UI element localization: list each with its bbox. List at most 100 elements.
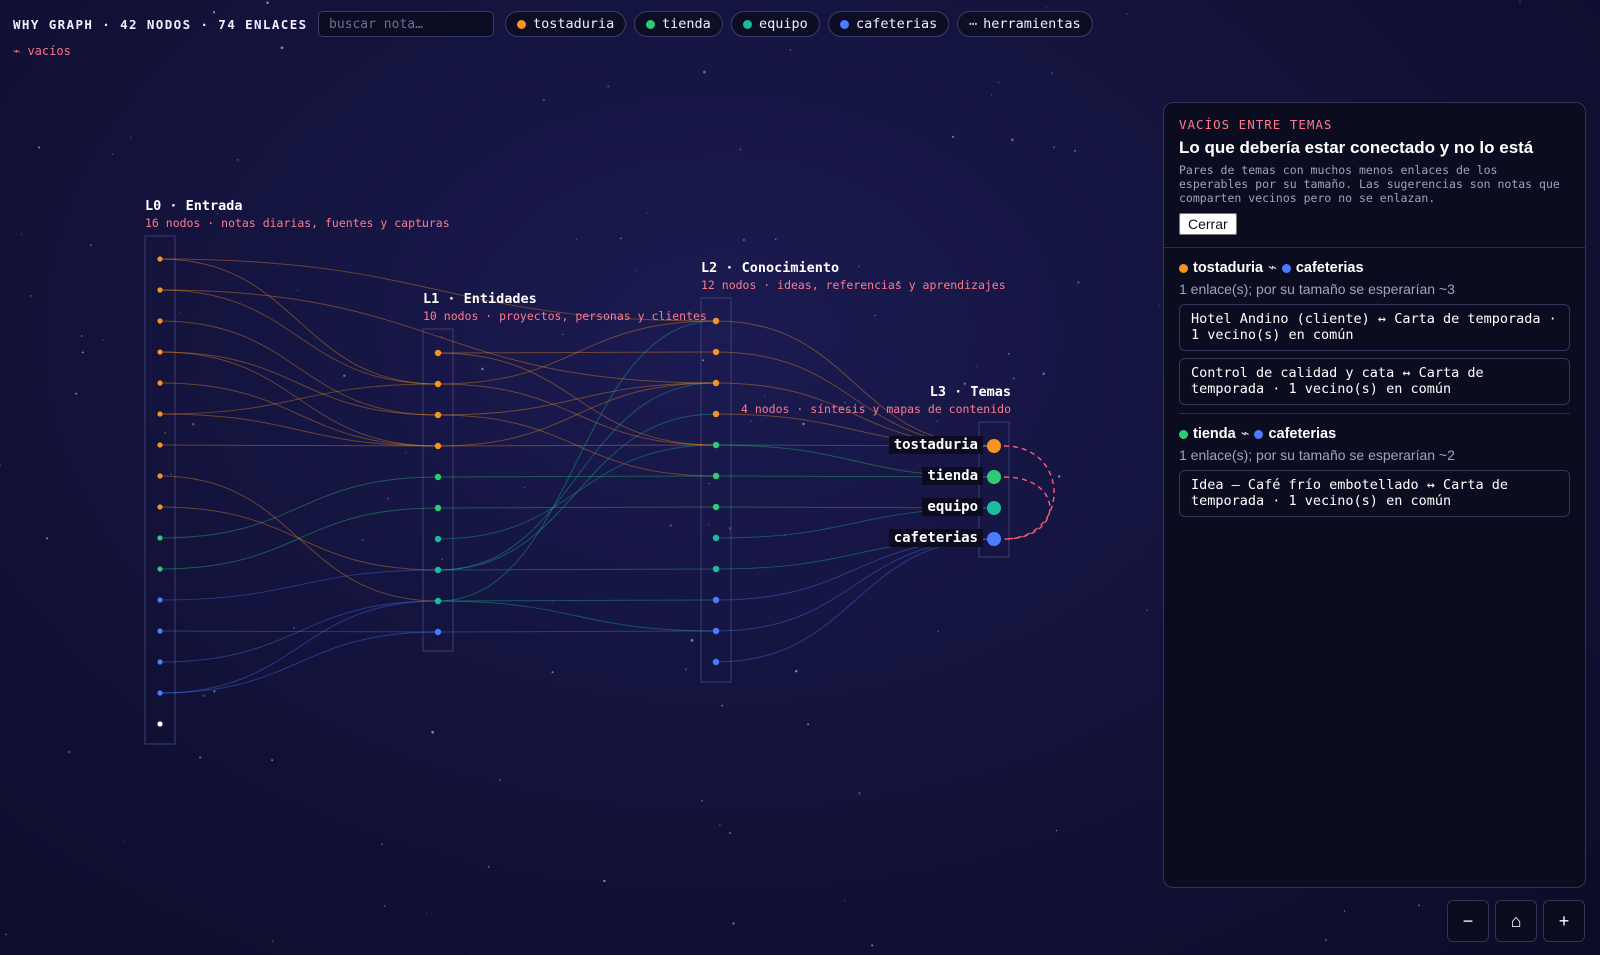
chip-label: herramientas [983,16,1081,32]
graph-node-tostaduria [434,442,442,450]
star [29,294,32,297]
filter-chip-tostaduria[interactable]: tostaduria [505,11,627,37]
star [431,730,434,734]
graph-node-tostaduria [157,442,163,448]
star [807,723,810,726]
star [620,237,622,240]
star [45,537,49,540]
star [0,464,2,467]
panel-description: Pares de temas con muchos menos enlaces … [1179,163,1560,205]
graph-link [159,289,439,385]
graph-node-cafeterias [987,532,1001,546]
graph-node-tostaduria [712,317,720,325]
graph-link [437,506,717,509]
suggestion-item[interactable]: Idea — Café frío embotellado ↔ Carta de … [1179,470,1570,517]
cafeterias-dot-icon [840,19,849,29]
star [1159,304,1161,307]
graph-link [437,568,717,571]
star [1418,904,1420,907]
layer-frame-l2 [700,297,732,683]
star [794,669,798,673]
theme-node-tostaduria[interactable]: tostaduria [888,436,983,454]
graph-node-tostaduria [987,439,1001,453]
cafeterias-dot-icon [1281,263,1291,273]
star [89,244,92,247]
layer-subtitle-l2: 12 nodos · ideas, referencias y aprendiz… [701,278,1006,292]
star [690,639,694,642]
filter-chip-tienda[interactable]: tienda [634,11,723,37]
filter-chip-herramientas[interactable]: ⋯ herramientas [957,11,1093,37]
chip-label: tostaduria [533,16,615,32]
panel-eyebrow: VACÍOS ENTRE TEMAS [1179,117,1333,132]
star [635,270,637,272]
graph-link [715,538,995,663]
zoom-out-button[interactable]: − [1447,900,1489,942]
graph-node-tostaduria [712,348,720,356]
star [708,524,710,526]
panel-title: Lo que debería estar conectado y no lo e… [1179,138,1534,157]
graph-node-tostaduria [712,379,720,387]
graph-node-tostaduria [157,287,163,293]
search-input[interactable] [318,11,494,37]
graph-link [715,538,995,632]
star [122,840,125,842]
gap-pair: tienda ⌁ cafeterias [1179,426,1570,442]
star [702,359,705,362]
star [202,694,205,697]
graph-node-tostaduria [157,349,163,355]
layer-title-l0: L0 · Entrada [145,198,243,214]
star [343,374,346,377]
gap-theme-b: cafeterias [1268,426,1337,442]
star [1057,475,1061,478]
graph-node-equipo [987,501,1001,515]
star [575,238,578,241]
star [67,750,71,754]
suggestion-item[interactable]: Hotel Andino (cliente) ↔ Carta de tempor… [1179,304,1570,351]
filter-chip-cafeterias[interactable]: cafeterias [828,11,950,37]
graph-node-tienda [434,473,442,481]
graph-node-tostaduria [157,411,163,417]
star [1074,149,1077,152]
star [1012,377,1016,380]
star [198,756,202,759]
graph-node-cafeterias [157,628,163,634]
star [1010,138,1014,142]
suggestion-item[interactable]: Control de calidad y cata ↔ Carta de tem… [1179,358,1570,405]
graph-node-equipo [434,597,442,605]
graph-link [159,320,439,416]
graph-link [159,569,439,601]
close-button[interactable]: Cerrar [1179,213,1237,235]
star [728,832,732,835]
filter-chip-equipo[interactable]: equipo [731,11,820,37]
star [874,314,876,317]
star [844,900,846,902]
star [212,11,216,14]
theme-node-equipo[interactable]: equipo [922,498,983,516]
star [764,395,766,397]
reset-view-button[interactable]: ⌂ [1495,900,1537,942]
graph-node-equipo [434,566,442,574]
star [405,452,407,454]
gaps-toggle-link[interactable]: ⌁ vacíos [13,44,71,58]
star [130,136,132,139]
tienda-dot-icon [1179,429,1188,439]
gap-separator-icon: ⌁ [1240,426,1250,442]
tostaduria-dot-icon [1179,263,1188,273]
graph-node-cafeterias [712,596,720,604]
graph-link [715,538,995,601]
graph-link [159,631,439,694]
star [1077,281,1080,284]
gap-theme-a: tostaduria [1193,260,1264,276]
star [213,690,216,693]
theme-node-cafeterias[interactable]: cafeterias [888,529,983,547]
graph-node-tostaduria [157,504,163,510]
gap-separator-icon: ⌁ [1268,260,1277,276]
zoom-in-button[interactable]: + [1543,900,1585,942]
theme-node-tienda[interactable]: tienda [922,467,983,485]
graph-title: WHY GRAPH · 42 NODOS · 74 ENLACES [13,17,308,32]
graph-node-tienda [434,504,442,512]
star [721,704,723,707]
star [684,668,688,671]
layer-frame-l0 [144,235,176,745]
graph-node-cafeterias [434,628,442,636]
